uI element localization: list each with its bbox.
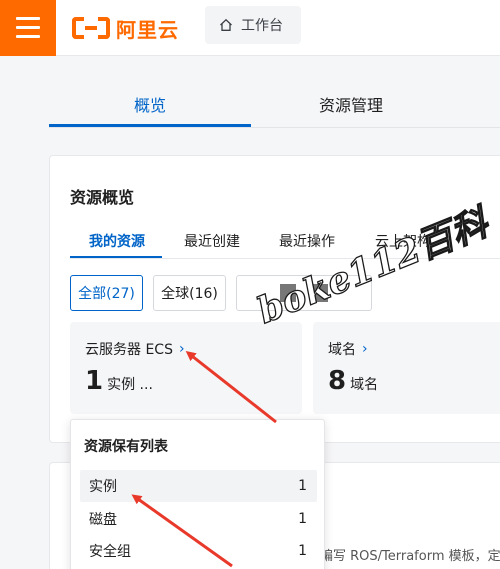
popup-row-label: 实例 [89,479,117,495]
resource-domain-unit: 域名 [350,377,379,393]
popup-row-value: 1 [298,478,307,494]
card2-text: 编写 ROS/Terraform 模板，定 [320,549,500,564]
resource-domain-count: 8 [328,366,347,396]
popup-row-security-group[interactable]: 安全组 1 [80,535,317,567]
workbench-button[interactable]: 工作台 [205,6,301,44]
popup-row-label: 磁盘 [89,512,117,528]
subtab-recently-created[interactable]: 最近创建 [184,231,240,251]
popup-row-disk[interactable]: 磁盘 1 [80,503,317,535]
aliyun-logo-icon [72,17,110,39]
tabs-divider [49,127,500,128]
resource-domain-name: 域名 [328,342,356,358]
chevron-right-icon[interactable]: › [179,341,185,357]
resource-ecs-count: 1 [85,366,104,396]
popup-row-value: 1 [298,511,307,527]
resource-ecs-unit: 实例 ... [107,377,153,393]
subtab-recent-operations[interactable]: 最近操作 [279,231,335,251]
popup-row-instance[interactable]: 实例 1 [80,470,317,502]
popup-row-value: 1 [298,543,307,559]
workbench-label: 工作台 [241,18,283,34]
resource-domain-count-row: 8 域名 [328,366,378,396]
tab-overview[interactable]: 概览 [134,92,166,116]
tab-resource-management[interactable]: 资源管理 [319,92,383,116]
resource-ecs-name: 云服务器 ECS [85,342,173,358]
popup-title: 资源保有列表 [84,439,168,455]
resource-holdings-popup: 资源保有列表 实例 1 磁盘 1 安全组 1 [70,419,325,569]
subtab-my-resources[interactable]: 我的资源 [89,231,145,251]
resource-ecs[interactable]: 云服务器 ECS › 1 实例 ... [70,322,302,414]
resource-ecs-name-row: 云服务器 ECS › [85,339,185,359]
resource-ecs-count-row: 1 实例 ... [85,366,153,396]
aliyun-logo[interactable]: 阿里云 [72,12,179,44]
filter-all[interactable]: 全部(27) [70,275,143,311]
chevron-right-icon[interactable]: › [362,341,368,357]
menu-hamburger-icon[interactable] [0,0,56,56]
popup-row-label: 安全组 [89,544,131,560]
home-icon [220,18,232,31]
card-title: 资源概览 [70,188,135,207]
top-bar: 阿里云 工作台 [0,0,500,56]
resource-domain[interactable]: 域名 › 8 域名 [313,322,500,414]
filter-global[interactable]: 全球(16) [153,275,226,311]
resource-domain-name-row: 域名 › [328,339,368,359]
logo-text: 阿里云 [116,17,179,42]
